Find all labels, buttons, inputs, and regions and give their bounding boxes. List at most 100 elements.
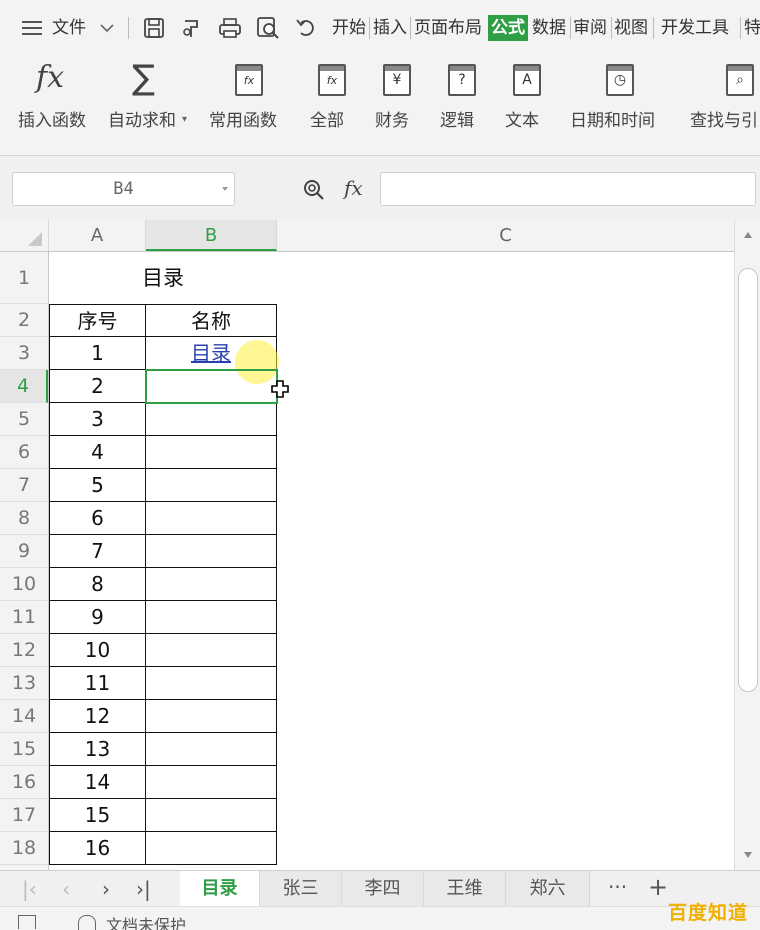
- index-cell[interactable]: 13: [49, 733, 146, 766]
- row-header-10[interactable]: 10: [0, 568, 48, 601]
- tab-developer[interactable]: 开发工具: [661, 15, 729, 41]
- insert-function-button[interactable]: fx 插入函数: [18, 56, 96, 156]
- name-cell[interactable]: [146, 733, 277, 766]
- prev-sheet-icon[interactable]: ‹: [62, 877, 70, 901]
- row-header-17[interactable]: 17: [0, 799, 48, 832]
- more-sheets-button[interactable]: ···: [608, 875, 627, 899]
- row-header-6[interactable]: 6: [0, 436, 48, 469]
- scrollbar-thumb[interactable]: [738, 268, 758, 692]
- common-functions-button[interactable]: fx 常用函数: [209, 56, 293, 156]
- row-header-9[interactable]: 9: [0, 535, 48, 568]
- sheet-tab-catalog[interactable]: 目录: [180, 871, 260, 906]
- index-cell[interactable]: 4: [49, 436, 146, 469]
- text-functions-button[interactable]: A 文本: [505, 56, 555, 156]
- row-header-11[interactable]: 11: [0, 601, 48, 634]
- row-header-14[interactable]: 14: [0, 700, 48, 733]
- worksheet-grid[interactable]: 目录 序号 名称 1 目录 2 3 4 5 6 7 8 9 10 11 12 13 14 15 16: [49, 252, 734, 870]
- name-cell[interactable]: [146, 502, 277, 535]
- tab-special[interactable]: 特: [744, 15, 760, 41]
- logical-button[interactable]: ? 逻辑: [440, 56, 490, 156]
- row-header-5[interactable]: 5: [0, 403, 48, 436]
- tab-page-layout[interactable]: 页面布局: [414, 15, 482, 41]
- row-header-12[interactable]: 12: [0, 634, 48, 667]
- name-cell[interactable]: [146, 436, 277, 469]
- all-functions-button[interactable]: fx 全部: [310, 56, 360, 156]
- sheet-title-cell[interactable]: 目录: [49, 252, 277, 304]
- format-painter-icon[interactable]: [180, 16, 204, 40]
- zoom-search-icon[interactable]: [302, 178, 326, 202]
- column-header-a[interactable]: A: [49, 220, 146, 251]
- name-cell[interactable]: [146, 799, 277, 832]
- tab-view[interactable]: 视图: [614, 15, 648, 41]
- tab-data[interactable]: 数据: [532, 15, 566, 41]
- name-box[interactable]: B4: [12, 172, 235, 206]
- tab-home[interactable]: 开始: [332, 15, 366, 41]
- row-header-2[interactable]: 2: [0, 304, 48, 337]
- name-cell[interactable]: [146, 667, 277, 700]
- tab-insert[interactable]: 插入: [373, 15, 407, 41]
- name-cell[interactable]: [146, 535, 277, 568]
- print-preview-icon[interactable]: [256, 16, 280, 40]
- fx-button[interactable]: fx: [344, 176, 363, 200]
- tab-formulas[interactable]: 公式: [488, 15, 528, 41]
- row-header-15[interactable]: 15: [0, 733, 48, 766]
- protection-status[interactable]: 文档未保护: [106, 912, 186, 930]
- header-index-cell[interactable]: 序号: [49, 304, 146, 337]
- column-header-b[interactable]: B: [146, 220, 277, 251]
- index-cell[interactable]: 2: [49, 370, 146, 403]
- scroll-up-icon[interactable]: [744, 232, 752, 238]
- name-cell[interactable]: [146, 634, 277, 667]
- hyperlink-cell-text[interactable]: 目录: [191, 341, 231, 365]
- scroll-down-icon[interactable]: [744, 852, 752, 858]
- row-header-3[interactable]: 3: [0, 337, 48, 370]
- name-cell[interactable]: [146, 568, 277, 601]
- header-name-cell[interactable]: 名称: [146, 304, 277, 337]
- index-cell[interactable]: 11: [49, 667, 146, 700]
- column-header-c[interactable]: C: [277, 220, 734, 251]
- index-cell[interactable]: 10: [49, 634, 146, 667]
- row-header-18[interactable]: 18: [0, 832, 48, 865]
- formula-input[interactable]: [380, 172, 756, 206]
- print-icon[interactable]: [218, 16, 242, 40]
- autosum-button[interactable]: ∑ 自动求和 ▾: [108, 56, 192, 156]
- vertical-scrollbar[interactable]: [734, 220, 760, 870]
- index-cell[interactable]: 15: [49, 799, 146, 832]
- name-cell[interactable]: [146, 601, 277, 634]
- index-cell[interactable]: 14: [49, 766, 146, 799]
- next-sheet-icon[interactable]: ›: [102, 877, 110, 901]
- sheet-tab-wangwei[interactable]: 王维: [424, 871, 506, 906]
- last-sheet-icon[interactable]: ›|: [136, 877, 151, 901]
- hamburger-menu-icon[interactable]: [22, 0, 44, 56]
- tab-review[interactable]: 审阅: [573, 15, 607, 41]
- index-cell[interactable]: 5: [49, 469, 146, 502]
- name-cell[interactable]: [146, 832, 277, 865]
- name-cell[interactable]: [146, 700, 277, 733]
- index-cell[interactable]: 7: [49, 535, 146, 568]
- row-header-16[interactable]: 16: [0, 766, 48, 799]
- index-cell[interactable]: 16: [49, 832, 146, 865]
- first-sheet-icon[interactable]: |‹: [22, 877, 37, 901]
- lookup-reference-button[interactable]: ⌕ 查找与引: [690, 56, 760, 156]
- index-cell[interactable]: 1: [49, 337, 146, 370]
- select-all-corner[interactable]: [0, 220, 49, 251]
- name-cell[interactable]: [146, 469, 277, 502]
- undo-icon[interactable]: [294, 16, 318, 40]
- sheet-tab-zhengliu[interactable]: 郑六: [506, 871, 590, 906]
- file-menu[interactable]: 文件: [52, 15, 86, 41]
- save-icon[interactable]: [142, 16, 166, 40]
- index-cell[interactable]: 3: [49, 403, 146, 436]
- sheet-tab-zhangsan[interactable]: 张三: [260, 871, 342, 906]
- name-cell[interactable]: [146, 403, 277, 436]
- index-cell[interactable]: 9: [49, 601, 146, 634]
- row-header-8[interactable]: 8: [0, 502, 48, 535]
- index-cell[interactable]: 6: [49, 502, 146, 535]
- sheet-tab-lisi[interactable]: 李四: [342, 871, 424, 906]
- index-cell[interactable]: 12: [49, 700, 146, 733]
- name-cell[interactable]: [146, 766, 277, 799]
- financial-button[interactable]: ¥ 财务: [375, 56, 425, 156]
- chevron-down-icon[interactable]: [100, 0, 114, 56]
- chevron-down-icon[interactable]: [222, 187, 228, 191]
- index-cell[interactable]: 8: [49, 568, 146, 601]
- row-header-4[interactable]: 4: [0, 370, 48, 403]
- add-sheet-button[interactable]: +: [648, 873, 668, 901]
